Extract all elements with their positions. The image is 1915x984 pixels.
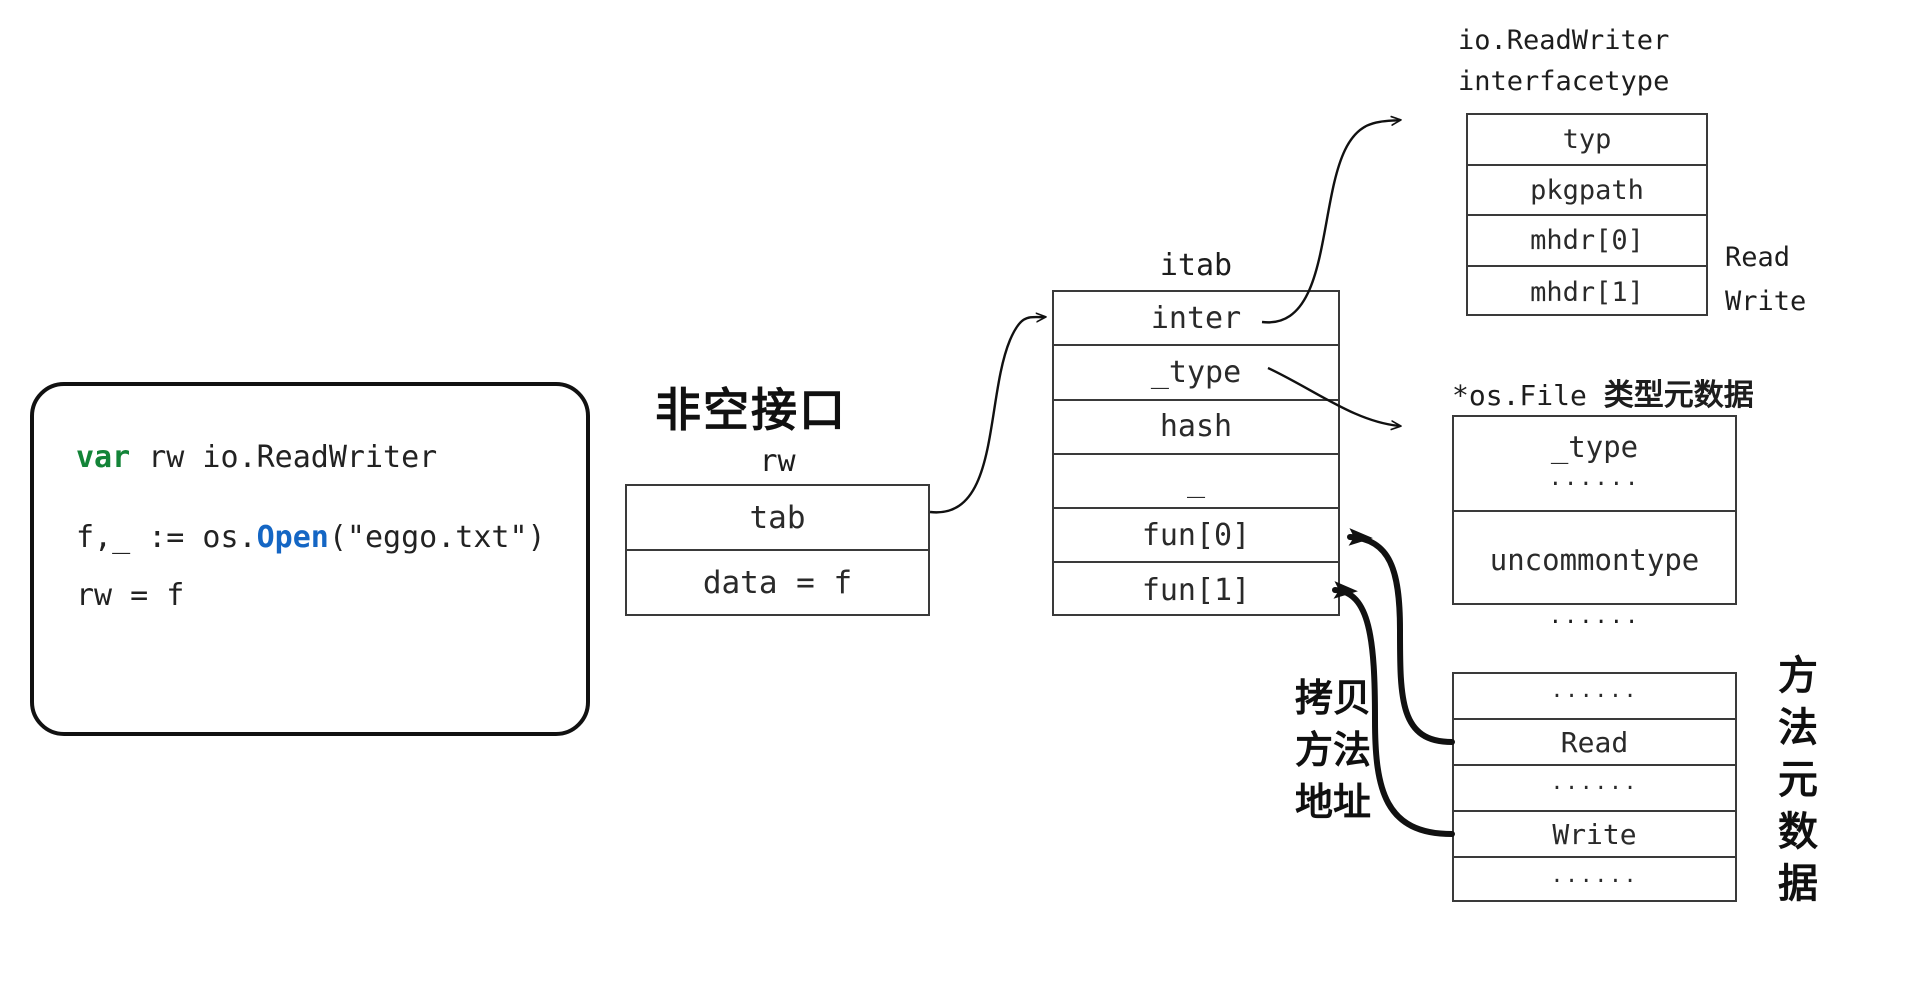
method-metadata-char-3: 数: [1778, 808, 1818, 855]
method-metadata-vertical-label: 方法元数据: [1768, 650, 1828, 910]
method-metadata-char-2: 元: [1778, 756, 1818, 803]
osfile-caption-ascii: *os.File: [1452, 379, 1604, 412]
itab-row-blank: _: [1054, 455, 1338, 510]
code-line-3: rw = f: [76, 578, 185, 613]
copy-address-line-2: 地址: [1294, 779, 1371, 824]
code-line-2-prefix: f,_ := os.: [76, 520, 257, 555]
osfile-row-type-dots: ······: [1548, 472, 1641, 497]
interfacetype-row-mhdr1: mhdr[1]: [1530, 276, 1644, 308]
itab-row-hash: hash: [1054, 401, 1338, 455]
copy-address-line-1: 方法: [1294, 727, 1371, 772]
osfile-metadata-box: _type ······ uncommontype: [1452, 415, 1737, 605]
nonempty-interface-label: 非空接口: [655, 383, 847, 437]
method-row-dots-top: ······: [1454, 674, 1735, 720]
interfacetype-method-read: Read: [1725, 242, 1791, 273]
interfacetype-struct-box: typ pkgpath mhdr[0] mhdr[1]: [1466, 113, 1708, 316]
itab-row-fun0: fun[0]: [1054, 509, 1338, 564]
method-row-read: Read: [1454, 720, 1735, 766]
code-panel: var rw io.ReadWriter f,_ := os.Open("egg…: [30, 382, 590, 736]
code-line-2: f,_ := os.Open("eggo.txt"): [76, 520, 546, 555]
interfacetype-method-write: Write: [1725, 286, 1807, 317]
function-open: Open: [256, 520, 329, 555]
arrow-tab-to-itab: [929, 317, 1045, 514]
interfacetype-row-pkgpath: pkgpath: [1468, 166, 1706, 217]
interfacetype-row-typ: typ: [1468, 115, 1706, 166]
copy-address-line-0: 拷贝: [1294, 675, 1371, 720]
method-row-dots-mid: ······: [1454, 766, 1735, 812]
itab-row-type: _type: [1054, 346, 1338, 401]
copy-method-address-label: 拷贝 方法 地址: [1288, 672, 1378, 828]
rw-row-tab: tab: [627, 486, 928, 551]
diagram-canvas: var rw io.ReadWriter f,_ := os.Open("egg…: [0, 0, 1915, 984]
osfile-row-type-label: _type: [1550, 430, 1639, 464]
itab-struct-box: inter _type hash _ fun[0] fun[1]: [1052, 290, 1340, 616]
method-metadata-box: ······ Read ······ Write ······: [1452, 672, 1737, 902]
interfacetype-caption-line2: interfacetype: [1458, 66, 1670, 97]
interfacetype-caption-line1: io.ReadWriter: [1458, 25, 1670, 56]
method-metadata-char-1: 法: [1778, 704, 1818, 751]
osfile-row-type: _type ······: [1454, 417, 1735, 512]
keyword-var: var: [76, 440, 131, 475]
rw-struct-box: tab data = f: [625, 484, 930, 616]
osfile-metadata-caption: *os.File 类型元数据: [1452, 370, 1754, 414]
osfile-caption-han: 类型元数据: [1603, 378, 1754, 413]
method-metadata-char-0: 方: [1778, 652, 1818, 699]
interfacetype-method-names: Read Write: [1725, 236, 1806, 324]
code-line-2-suffix: ("eggo.txt"): [328, 520, 546, 555]
code-line-1-rest: rw io.ReadWriter: [130, 440, 438, 475]
rw-box-label: rw: [759, 444, 796, 479]
method-metadata-char-4: 据: [1778, 860, 1818, 907]
osfile-row-uncommontype: uncommontype: [1454, 512, 1735, 607]
code-line-1: var rw io.ReadWriter: [76, 440, 437, 475]
itab-row-fun1: fun[1]: [1141, 573, 1251, 609]
itab-box-label: itab: [1159, 248, 1233, 283]
osfile-trailing-dots: ······: [1548, 610, 1641, 635]
itab-row-inter: inter: [1054, 292, 1338, 347]
method-row-dots-bottom: ······: [1550, 869, 1639, 893]
method-row-write: Write: [1454, 812, 1735, 858]
osfile-row-uncommontype-label: uncommontype: [1489, 542, 1700, 577]
interfacetype-row-mhdr0: mhdr[0]: [1468, 216, 1706, 268]
rw-row-data: data = f: [702, 565, 853, 601]
interfacetype-caption: io.ReadWriter interfacetype: [1458, 20, 1669, 102]
